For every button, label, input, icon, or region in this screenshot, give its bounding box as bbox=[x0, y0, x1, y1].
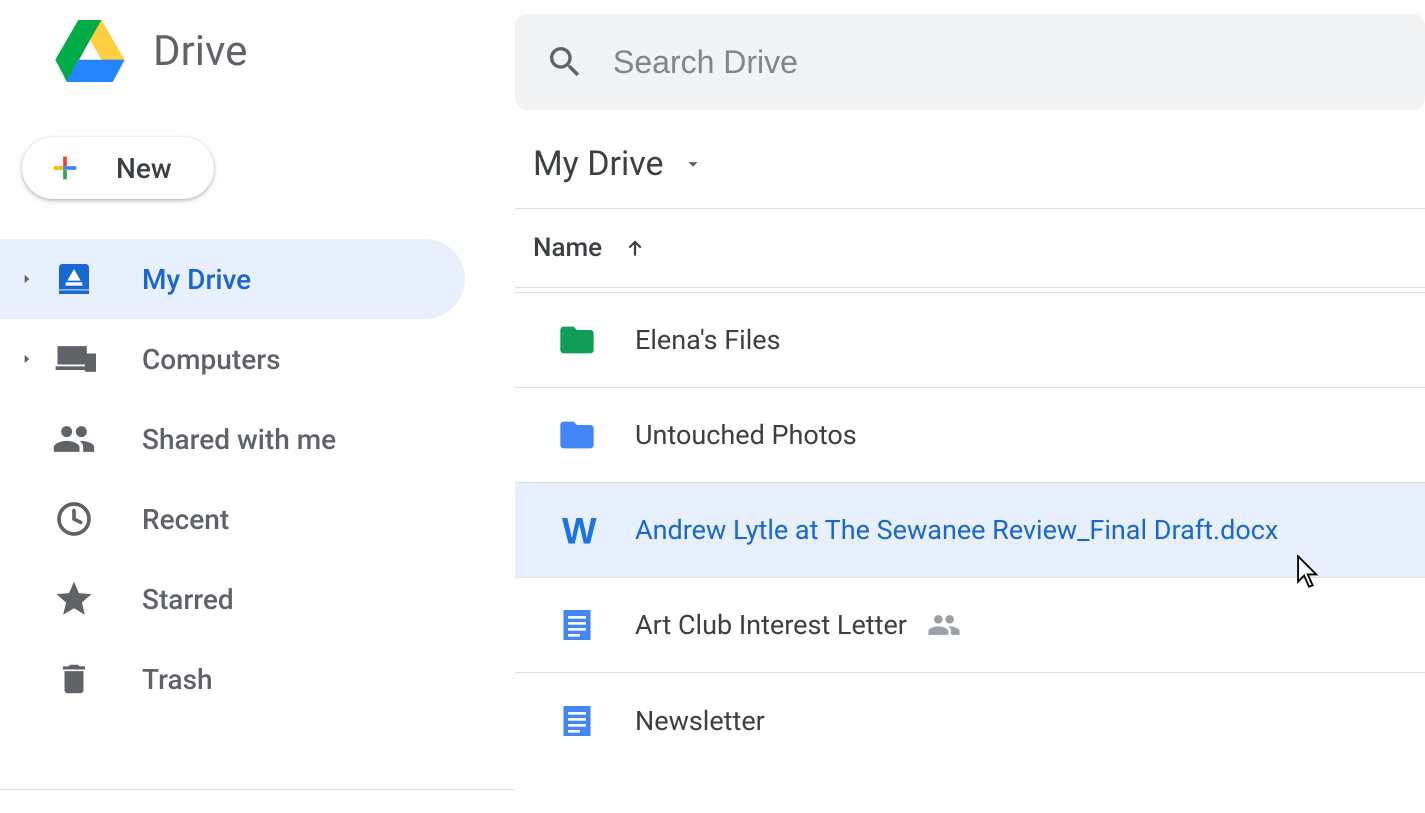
logo-row[interactable]: Drive bbox=[0, 20, 515, 82]
column-name: Name bbox=[533, 233, 602, 263]
app-name: Drive bbox=[153, 27, 247, 76]
breadcrumb[interactable]: My Drive bbox=[515, 110, 1425, 209]
nav-item-drive[interactable]: My Drive bbox=[0, 239, 465, 319]
expand-icon bbox=[20, 272, 34, 286]
file-list: Elena's Files Untouched Photos W Andrew Lyt… bbox=[515, 292, 1425, 768]
nav-item-computers[interactable]: Computers bbox=[0, 319, 515, 399]
file-row[interactable]: Newsletter bbox=[515, 673, 1425, 768]
nav-label: My Drive bbox=[142, 263, 251, 296]
file-name: Art Club Interest Letter bbox=[635, 609, 907, 641]
folder-icon bbox=[555, 413, 599, 457]
nav-item-people[interactable]: Shared with me bbox=[0, 399, 515, 479]
column-header[interactable]: Name bbox=[515, 209, 1425, 288]
new-button[interactable]: New bbox=[22, 137, 214, 199]
drive-icon bbox=[46, 259, 102, 299]
drive-logo-icon bbox=[55, 20, 125, 82]
nav-item-clock[interactable]: Recent bbox=[0, 479, 515, 559]
sidebar: Drive New My Drive Computers Shared with m… bbox=[0, 0, 515, 790]
computers-icon bbox=[46, 337, 102, 381]
svg-text:W: W bbox=[562, 510, 597, 550]
file-row[interactable]: W Andrew Lytle at The Sewanee Review_Fina… bbox=[515, 483, 1425, 578]
trash-icon bbox=[46, 660, 102, 698]
plus-icon bbox=[48, 151, 82, 185]
expand-icon bbox=[20, 352, 34, 366]
search-icon bbox=[545, 42, 585, 82]
nav-item-star[interactable]: Starred bbox=[0, 559, 515, 639]
file-name: Andrew Lytle at The Sewanee Review_Final… bbox=[635, 514, 1278, 546]
folder-icon bbox=[555, 318, 599, 362]
sort-asc-icon bbox=[622, 235, 648, 261]
file-name: Untouched Photos bbox=[635, 419, 857, 451]
star-icon bbox=[46, 578, 102, 620]
nav-label: Recent bbox=[142, 503, 229, 536]
file-row[interactable]: Art Club Interest Letter bbox=[515, 578, 1425, 673]
nav-label: Starred bbox=[142, 583, 234, 616]
file-row[interactable]: Untouched Photos bbox=[515, 388, 1425, 483]
breadcrumb-title: My Drive bbox=[533, 144, 664, 184]
nav-label: Trash bbox=[142, 663, 213, 696]
people-icon bbox=[46, 417, 102, 461]
main: My Drive Name Elena's Files Untouched Pho… bbox=[515, 0, 1425, 813]
file-name: Newsletter bbox=[635, 705, 765, 737]
file-name: Elena's Files bbox=[635, 324, 781, 356]
chevron-down-icon bbox=[682, 153, 704, 175]
nav-list: My Drive Computers Shared with me Recent Sta… bbox=[0, 239, 515, 719]
new-button-label: New bbox=[116, 152, 172, 185]
clock-icon bbox=[46, 499, 102, 539]
nav-label: Computers bbox=[142, 343, 281, 376]
doc-icon bbox=[555, 603, 599, 647]
nav-item-trash[interactable]: Trash bbox=[0, 639, 515, 719]
file-row[interactable]: Elena's Files bbox=[515, 293, 1425, 388]
search-bar[interactable] bbox=[515, 14, 1425, 110]
search-input[interactable] bbox=[613, 44, 1317, 81]
nav-label: Shared with me bbox=[142, 423, 336, 456]
doc-icon bbox=[555, 699, 599, 743]
shared-icon bbox=[927, 608, 961, 642]
word-icon: W bbox=[555, 508, 599, 552]
